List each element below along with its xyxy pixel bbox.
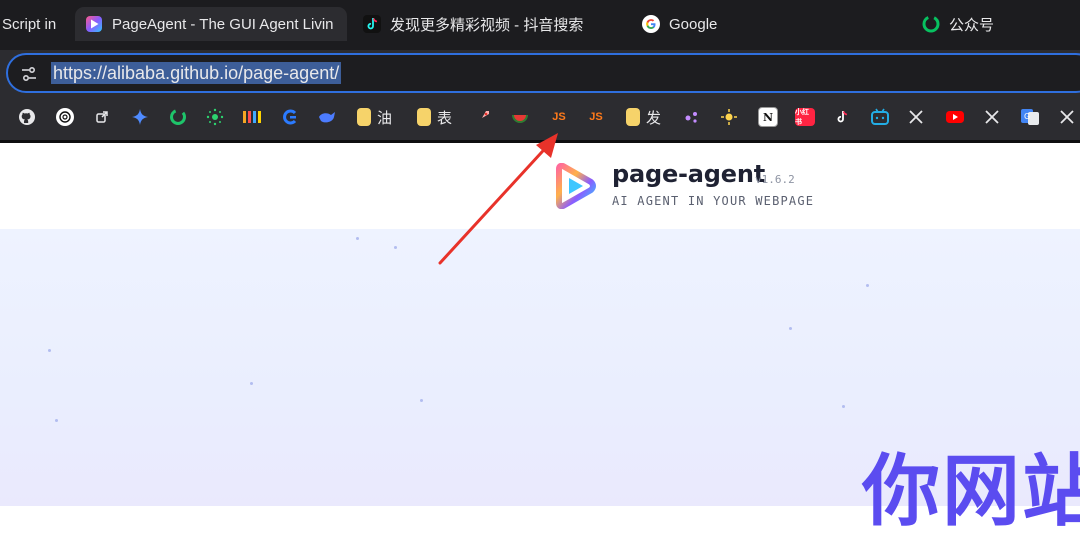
tune-icon[interactable] <box>20 65 38 83</box>
toolbar: https://alibaba.github.io/page-agent/ <box>0 50 1080 98</box>
douyin-icon <box>363 15 381 33</box>
brand-name: page-agent <box>612 160 766 188</box>
bookmark-folder-you[interactable]: 油 <box>357 107 392 127</box>
js-icon: JS <box>552 111 566 123</box>
watermelon-icon[interactable] <box>511 107 529 127</box>
bookmark-label: 发 <box>646 109 662 127</box>
notion-icon[interactable]: N <box>758 107 778 127</box>
js-icon: JS <box>589 111 603 123</box>
rocket-icon[interactable] <box>474 107 492 127</box>
hero-heading: 你网站 <box>862 447 1080 537</box>
folder-icon <box>357 108 371 126</box>
tab-douyin[interactable]: 发现更多精彩视频 - 抖音搜索 <box>363 7 613 41</box>
decorative-dot <box>356 237 359 240</box>
share-icon[interactable] <box>94 107 110 127</box>
whale-icon[interactable] <box>317 107 337 127</box>
google-translate-icon[interactable]: G <box>1020 107 1040 127</box>
tiktok-icon[interactable] <box>833 107 851 127</box>
tab-wechat[interactable]: 公众号 <box>922 7 1072 41</box>
bookmark-folder-biao[interactable]: 表 <box>417 107 452 127</box>
tab-strip: Script in PageAgent - The GUI Agent Livi… <box>0 0 1080 50</box>
youtube-icon[interactable] <box>945 107 965 127</box>
decorative-dot <box>55 419 58 422</box>
chatgpt-icon[interactable] <box>56 107 74 127</box>
bars-logo-icon[interactable] <box>242 107 262 127</box>
gemini-icon[interactable] <box>131 107 149 127</box>
tab-title: 发现更多精彩视频 - 抖音搜索 <box>390 16 584 34</box>
js-bookmark-2[interactable]: JS <box>585 107 607 127</box>
x-icon[interactable] <box>908 107 924 127</box>
molecule-icon[interactable] <box>683 107 701 127</box>
bookmark-label: 油 <box>377 109 393 127</box>
xiaohongshu-icon[interactable]: 小红书 <box>795 107 815 127</box>
tab-title: PageAgent - The GUI Agent Livin <box>112 15 334 33</box>
hero-section: 你网站 <box>0 229 1080 537</box>
decorative-dot <box>866 284 869 287</box>
sun-icon[interactable] <box>720 107 738 127</box>
bilibili-icon[interactable] <box>870 107 890 127</box>
tab-page-agent[interactable]: PageAgent - The GUI Agent Livin <box>75 7 347 41</box>
tab-title: 公众号 <box>949 16 995 34</box>
bookmark-folder-fa[interactable]: 发 <box>626 107 661 127</box>
x-icon[interactable] <box>1059 107 1075 127</box>
version-label: v1.6.2 <box>755 173 795 186</box>
url-text[interactable]: https://alibaba.github.io/page-agent/ <box>51 62 342 84</box>
svg-text:G: G <box>1024 112 1030 121</box>
red-arrow-annotation <box>438 133 558 265</box>
tab-script[interactable]: Script in <box>0 7 68 41</box>
tab-google[interactable]: Google <box>642 7 822 41</box>
decorative-dot <box>394 246 397 249</box>
tab-title: Script in <box>2 15 57 33</box>
decorative-dot <box>420 399 423 402</box>
decorative-dot <box>250 382 253 385</box>
sparkle-dots-icon[interactable] <box>206 107 224 127</box>
google-icon <box>642 15 660 33</box>
tagline: AI AGENT IN YOUR WEBPAGE <box>612 194 815 208</box>
folder-icon <box>417 108 431 126</box>
wechat-icon <box>922 15 940 33</box>
decorative-dot <box>789 327 792 330</box>
js-bookmark-1[interactable]: JS <box>548 107 570 127</box>
decorative-dot <box>842 405 845 408</box>
x-icon[interactable] <box>984 107 1000 127</box>
address-bar[interactable]: https://alibaba.github.io/page-agent/ <box>6 53 1080 93</box>
github-icon[interactable] <box>18 107 36 127</box>
page-agent-icon <box>85 15 103 33</box>
blue-c-icon[interactable] <box>281 107 299 127</box>
folder-icon <box>626 108 640 126</box>
green-circle-icon[interactable] <box>169 107 187 127</box>
tab-title: Google <box>669 15 718 33</box>
decorative-dot <box>48 349 51 352</box>
